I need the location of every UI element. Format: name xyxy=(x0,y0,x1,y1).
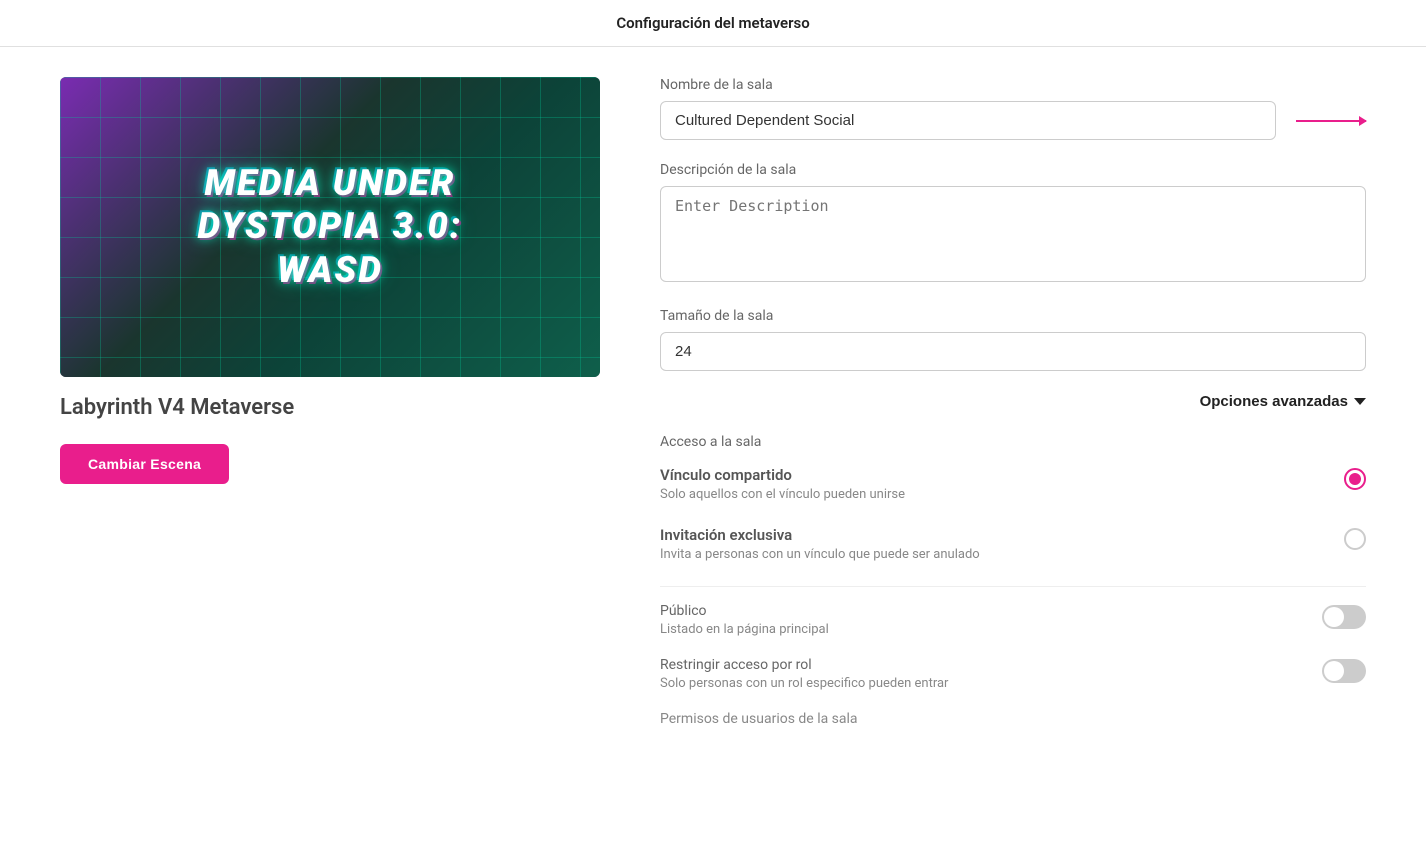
restrict-role-text: Restringir acceso por rol Solo personas … xyxy=(660,657,1322,691)
exclusive-invite-text: Invitación exclusiva Invita a personas c… xyxy=(660,526,1344,562)
restrict-role-toggle-group: Restringir acceso por rol Solo personas … xyxy=(660,657,1366,691)
page-title: Configuración del metaverso xyxy=(616,14,809,32)
public-text: Público Listado en la página principal xyxy=(660,603,1322,637)
public-toggle-group: Público Listado en la página principal xyxy=(660,603,1366,637)
advanced-options-label: Opciones avanzadas xyxy=(1200,393,1348,410)
room-name-input-row xyxy=(660,101,1366,140)
scene-text-overlay: MEDIA UNDER DYSTOPIA 3.0: WASD xyxy=(198,162,463,292)
room-name-label: Nombre de la sala xyxy=(660,77,1366,93)
advanced-options-button[interactable]: Opciones avanzadas xyxy=(1200,393,1366,410)
room-desc-input[interactable] xyxy=(660,186,1366,282)
exclusive-invite-title: Invitación exclusiva xyxy=(660,526,1344,544)
header: Configuración del metaverso xyxy=(0,0,1426,47)
room-size-label: Tamaño de la sala xyxy=(660,308,1366,324)
room-name-input[interactable] xyxy=(660,101,1276,140)
restrict-role-desc: Solo personas con un rol especifico pued… xyxy=(660,676,1322,691)
scene-thumbnail: MEDIA UNDER DYSTOPIA 3.0: WASD xyxy=(60,77,600,377)
room-size-field-group: Tamaño de la sala xyxy=(660,308,1366,371)
public-toggle[interactable] xyxy=(1322,605,1366,629)
divider-1 xyxy=(660,586,1366,587)
restrict-role-toggle[interactable] xyxy=(1322,659,1366,683)
room-name-input-wrapper xyxy=(660,101,1276,140)
right-panel: Nombre de la sala Descripción de la sala… xyxy=(660,77,1366,727)
shared-link-text: Vínculo compartido Solo aquellos con el … xyxy=(660,466,1344,502)
room-name-display: Labyrinth V4 Metaverse xyxy=(60,395,600,420)
shared-link-radio[interactable] xyxy=(1344,468,1366,490)
room-name-field-group: Nombre de la sala xyxy=(660,77,1366,140)
public-desc: Listado en la página principal xyxy=(660,622,1322,637)
access-section-label: Acceso a la sala xyxy=(660,434,1366,450)
room-size-input[interactable] xyxy=(660,332,1366,371)
radio-inner xyxy=(1349,473,1361,485)
exclusive-invite-desc: Invita a personas con un vínculo que pue… xyxy=(660,547,1344,562)
shared-link-option: Vínculo compartido Solo aquellos con el … xyxy=(660,466,1366,506)
advanced-options-row: Opciones avanzadas xyxy=(660,393,1366,410)
exclusive-invite-radio[interactable] xyxy=(1344,528,1366,550)
arrow-line xyxy=(1296,120,1366,122)
arrow-indicator xyxy=(1292,120,1366,122)
room-users-perm-title: Permisos de usuarios de la sala xyxy=(660,711,1366,727)
exclusive-invite-option: Invitación exclusiva Invita a personas c… xyxy=(660,526,1366,566)
chevron-down-icon xyxy=(1354,398,1366,405)
room-desc-field-group: Descripción de la sala xyxy=(660,162,1366,286)
room-desc-label: Descripción de la sala xyxy=(660,162,1366,178)
access-section: Acceso a la sala Vínculo compartido Solo… xyxy=(660,434,1366,727)
shared-link-desc: Solo aquellos con el vínculo pueden unir… xyxy=(660,487,1344,502)
restrict-role-title: Restringir acceso por rol xyxy=(660,657,1322,673)
left-panel: MEDIA UNDER DYSTOPIA 3.0: WASD Labyrinth… xyxy=(60,77,600,727)
main-content: MEDIA UNDER DYSTOPIA 3.0: WASD Labyrinth… xyxy=(0,47,1426,757)
shared-link-title: Vínculo compartido xyxy=(660,466,1344,484)
public-title: Público xyxy=(660,603,1322,619)
change-scene-button[interactable]: Cambiar Escena xyxy=(60,444,229,484)
